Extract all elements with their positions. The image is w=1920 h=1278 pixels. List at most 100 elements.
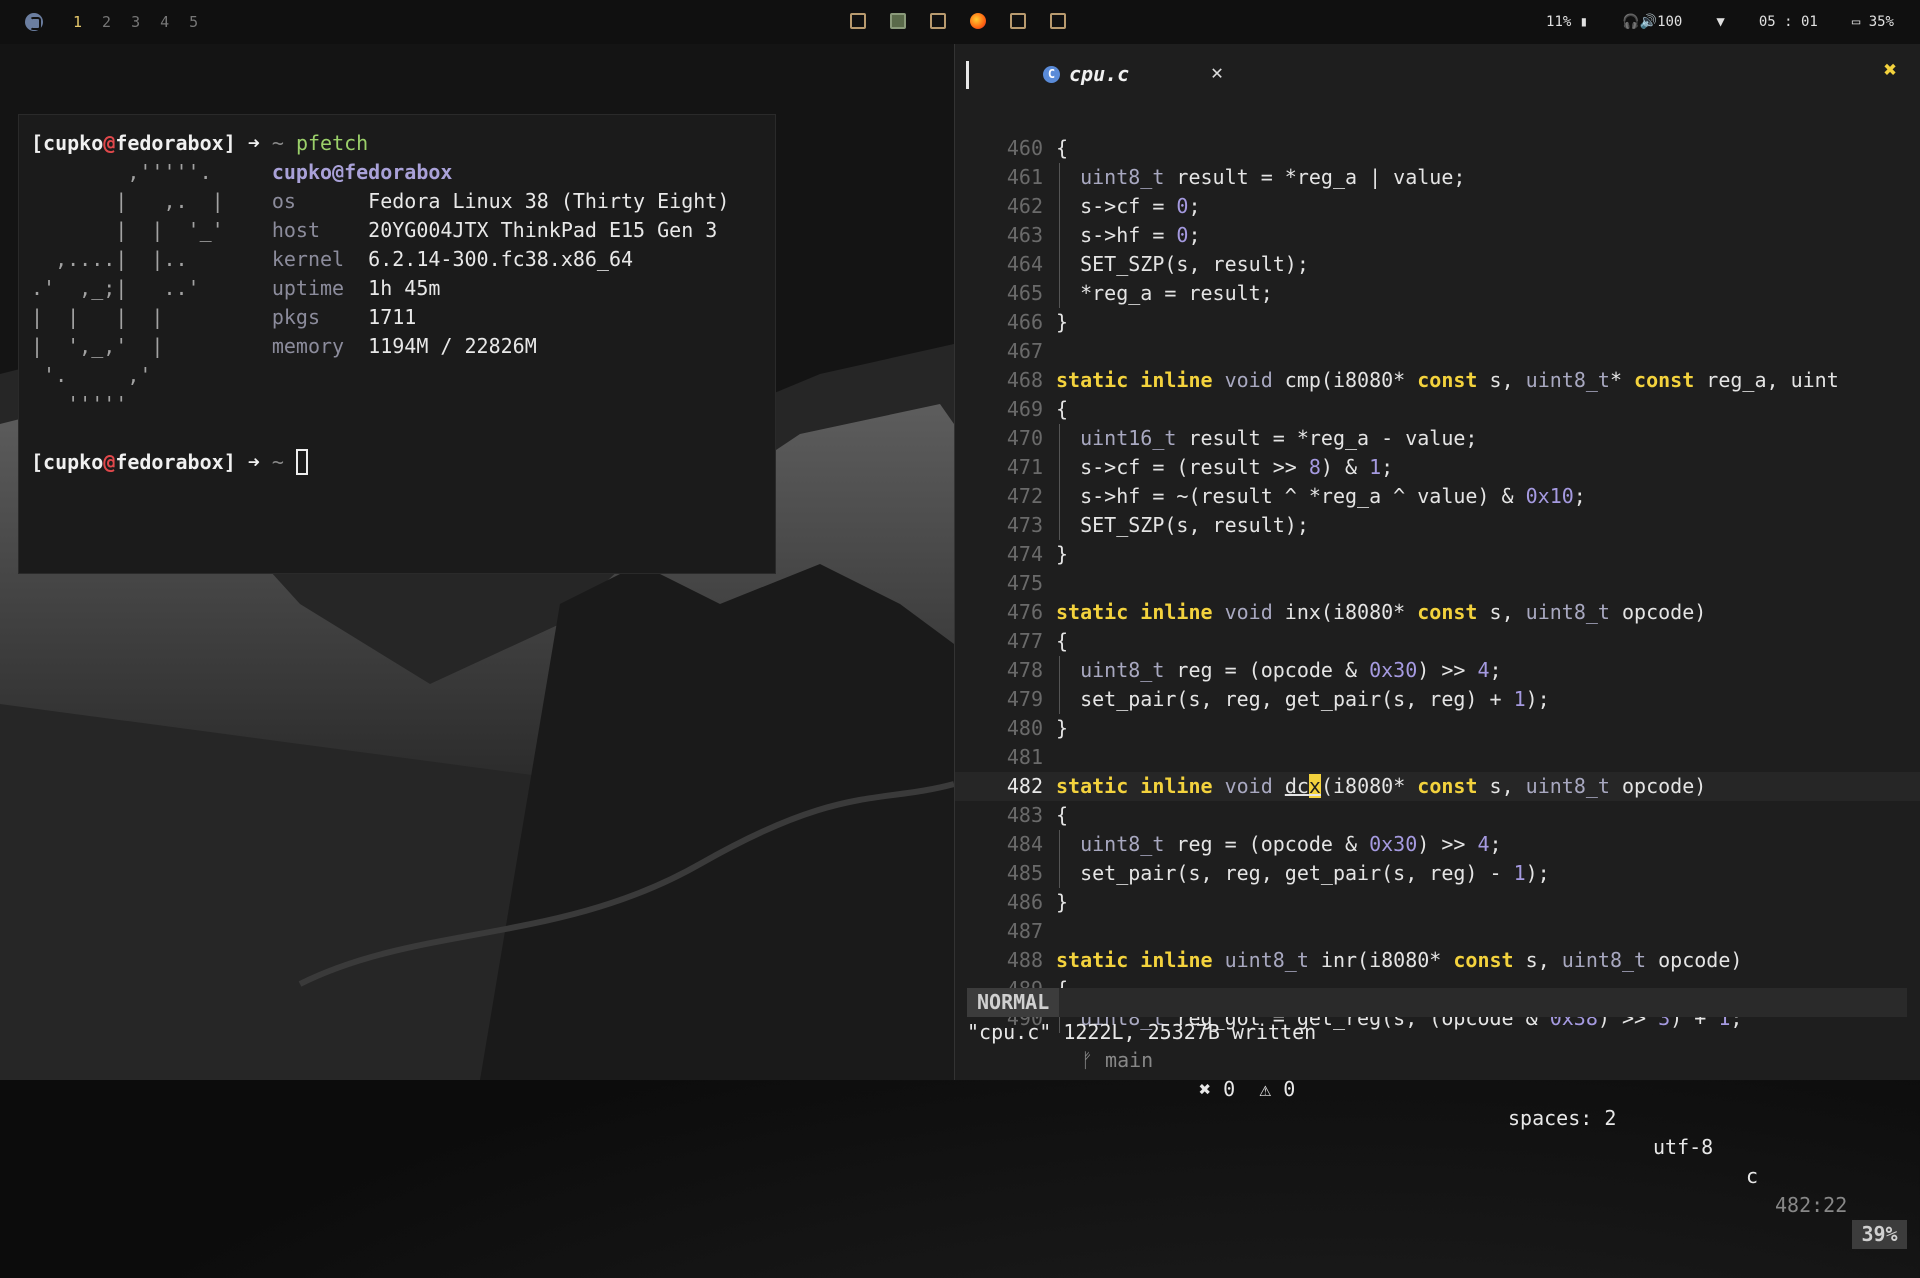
code-line[interactable]: 486} — [955, 888, 1920, 917]
code-line[interactable]: 473 SET_SZP(s, result); — [955, 511, 1920, 540]
fetch-value: 1h 45m — [368, 276, 441, 300]
fetch-key: pkgs — [271, 305, 369, 329]
line-number: 470 — [1006, 426, 1043, 450]
code-line[interactable]: 466} — [955, 308, 1920, 337]
code-line[interactable]: 481 — [955, 743, 1920, 772]
firefox-icon[interactable] — [970, 13, 986, 29]
app-icon[interactable] — [1010, 13, 1026, 29]
line-number: 474 — [1006, 542, 1043, 566]
code-text: SET_SZP(s, result); — [1056, 513, 1309, 537]
code-text: } — [1056, 890, 1069, 914]
workspace-5[interactable]: 5 — [189, 13, 198, 31]
prompt-arrow: ➜ — [247, 131, 260, 155]
code-text: static inline uint8_t inr(i8080* const s… — [1056, 948, 1743, 972]
prompt-host: fedorabox — [115, 131, 224, 155]
prompt-host: fedorabox — [115, 450, 224, 474]
tab-indicator — [966, 61, 969, 89]
wifi-icon[interactable]: ▼ — [1716, 14, 1724, 30]
ascii-art: ,'''''. — [31, 160, 272, 184]
ascii-art: | | '_' — [31, 218, 272, 242]
workspace-2[interactable]: 2 — [102, 13, 111, 31]
code-line[interactable]: 461 uint8_t result = *reg_a | value; — [955, 163, 1920, 192]
fetch-key: memory — [271, 334, 369, 358]
tab-close-icon[interactable]: ✕ — [1211, 60, 1223, 84]
code-text: s->hf = 0; — [1056, 223, 1201, 247]
window-close-icon[interactable]: ✖ — [1884, 58, 1897, 83]
cpu-indicator[interactable]: 11% ▮ — [1546, 14, 1588, 30]
battery-indicator[interactable]: ▭ 35% — [1852, 14, 1894, 30]
scroll-percent: 39% — [1852, 1220, 1907, 1249]
tab-cpu-c[interactable]: cpu.c — [1069, 62, 1129, 86]
code-line[interactable]: 478 uint8_t reg = (opcode & 0x30) >> 4; — [955, 656, 1920, 685]
code-line[interactable]: 480} — [955, 714, 1920, 743]
prompt-dir: ~ — [271, 131, 284, 155]
line-number: 482 — [1006, 774, 1043, 798]
prompt-line-active[interactable]: [cupko@fedorabox] ➜ ~ — [31, 448, 763, 477]
pfetch-line: '. ,' — [31, 361, 763, 390]
terminal-cursor — [295, 449, 308, 475]
terminal-window[interactable]: [cupko@fedorabox] ➜ ~ pfetch ,'''''. cup… — [18, 114, 776, 574]
mode-indicator: NORMAL — [967, 988, 1060, 1017]
code-line[interactable]: 464 SET_SZP(s, result); — [955, 250, 1920, 279]
code-line[interactable]: 482 static inline void dcx(i8080* const s… — [955, 772, 1920, 801]
code-line[interactable]: 485 set_pair(s, reg, get_pair(s, reg) - … — [955, 859, 1920, 888]
ascii-art: | ',_,' | — [31, 334, 272, 358]
app-icon[interactable] — [930, 13, 946, 29]
prompt-user: cupko — [43, 450, 104, 474]
fedora-logo-icon[interactable] — [25, 13, 43, 31]
code-text: uint8_t reg = (opcode & 0x30) >> 4; — [1080, 832, 1502, 856]
file-encoding: utf-8 — [1653, 1135, 1714, 1159]
volume-value: 100 — [1657, 14, 1683, 30]
app-icon[interactable] — [1050, 13, 1066, 29]
code-line[interactable]: 484 uint8_t reg = (opcode & 0x30) >> 4; — [955, 830, 1920, 859]
code-text: { — [1056, 136, 1069, 160]
code-line[interactable]: 470 uint16_t result = *reg_a - value; — [955, 424, 1920, 453]
image-viewer-icon[interactable] — [890, 13, 906, 29]
fetch-key: os — [271, 189, 369, 213]
code-line[interactable]: 488 static inline uint8_t inr(i8080* cons… — [955, 946, 1920, 975]
code-line[interactable]: 479 set_pair(s, reg, get_pair(s, reg) + … — [955, 685, 1920, 714]
code-line[interactable]: 467 — [955, 337, 1920, 366]
workspace-1[interactable]: 1 — [73, 13, 82, 31]
code-line[interactable]: 469 { — [955, 395, 1920, 424]
prompt-dir: ~ — [271, 450, 284, 474]
workspace-4[interactable]: 4 — [160, 13, 169, 31]
code-line[interactable]: 465 *reg_a = result; — [955, 279, 1920, 308]
line-number: 462 — [1006, 194, 1043, 218]
ascii-art: ,....| |.. — [31, 247, 272, 271]
code-line[interactable]: 474} — [955, 540, 1920, 569]
code-text: s->cf = 0; — [1056, 194, 1201, 218]
code-text: uint8_t reg = (opcode & 0x30) >> 4; — [1080, 658, 1502, 682]
prompt-arrow: ➜ — [247, 450, 260, 474]
code-line[interactable]: 468 static inline void cmp(i8080* const s… — [955, 366, 1920, 395]
battery-icon: ▭ — [1851, 14, 1861, 30]
code-line[interactable]: 477 { — [955, 627, 1920, 656]
code-line[interactable]: 462 s->cf = 0; — [955, 192, 1920, 221]
code-text: } — [1056, 542, 1069, 566]
code-line[interactable]: 471 s->cf = (result >> 8) & 1; — [955, 453, 1920, 482]
code-line[interactable]: 487 — [955, 917, 1920, 946]
status-area: 11% ▮ 🎧🔊100 ▼ 05 : 01 ▭ 35% — [1546, 0, 1920, 44]
code-text: set_pair(s, reg, get_pair(s, reg) + 1); — [1056, 687, 1550, 711]
code-line[interactable]: 483 { — [955, 801, 1920, 830]
line-number: 485 — [1006, 861, 1043, 885]
code-text: static inline void dcx(i8080* const s, u… — [1056, 774, 1707, 798]
code-view[interactable]: 460 {461 uint8_t result = *reg_a | value;… — [955, 134, 1920, 1033]
diagnostics-count[interactable]: ✖ 0 ⚠ 0 — [1199, 1075, 1295, 1104]
volume-indicator[interactable]: 🎧🔊100 — [1622, 14, 1682, 30]
code-line[interactable]: 476 static inline void inx(i8080* const s… — [955, 598, 1920, 627]
code-line[interactable]: 463 s->hf = 0; — [955, 221, 1920, 250]
editor-pane[interactable]: C cpu.c ✕ ✖ 460 {461 uint8_t result = *re… — [954, 44, 1920, 1249]
clock[interactable]: 05 : 01 — [1759, 14, 1818, 30]
fetch-title: cupko@fedorabox — [271, 160, 453, 184]
code-line[interactable]: 475 — [955, 569, 1920, 598]
code-line[interactable]: 460 { — [955, 134, 1920, 163]
code-line[interactable]: 472 s->hf = ~(result ^ *reg_a ^ value) &… — [955, 482, 1920, 511]
line-number: 475 — [1006, 571, 1043, 595]
app-icon[interactable] — [850, 13, 866, 29]
tab-bar: C cpu.c ✕ ✖ — [955, 44, 1920, 104]
pfetch-line: ,....| |.. kernel 6.2.14-300.fc38.x86_64 — [31, 245, 763, 274]
line-number: 461 — [1006, 165, 1043, 189]
pfetch-line: | | '_' host 20YG004JTX ThinkPad E15 Gen… — [31, 216, 763, 245]
workspace-3[interactable]: 3 — [131, 13, 140, 31]
